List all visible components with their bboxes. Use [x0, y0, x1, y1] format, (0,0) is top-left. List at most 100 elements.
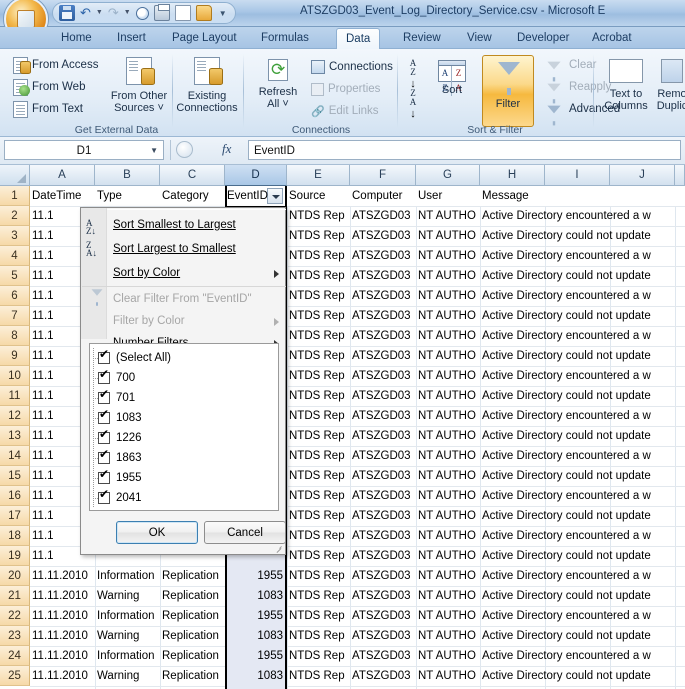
column-header-f[interactable]: F [350, 165, 416, 186]
cell-D21[interactable]: 1083 [225, 586, 287, 606]
connections-button[interactable]: Connections [308, 57, 396, 77]
cell-F11[interactable]: ATSZGD03 [350, 386, 416, 406]
cell-B24[interactable]: Information [95, 646, 160, 666]
cell-F6[interactable]: ATSZGD03 [350, 286, 416, 306]
cell-F25[interactable]: ATSZGD03 [350, 666, 416, 686]
tab-view[interactable]: View [458, 28, 501, 49]
tab-page-layout[interactable]: Page Layout [163, 28, 246, 49]
sort-ascending-button[interactable]: A Z↓ [404, 59, 422, 91]
cell-H6[interactable]: Active Directory encountered a w [480, 286, 675, 306]
row-header-24[interactable]: 24 [0, 646, 30, 666]
cell-G11[interactable]: NT AUTHO [416, 386, 480, 406]
formula-input[interactable]: EventID [248, 140, 681, 160]
insert-function-icon[interactable]: fx [222, 141, 231, 157]
from-text-button[interactable]: From Text [10, 99, 86, 119]
cell-C22[interactable]: Replication [160, 606, 225, 626]
row-header-11[interactable]: 11 [0, 386, 30, 406]
row-header-14[interactable]: 14 [0, 446, 30, 466]
cell-F12[interactable]: ATSZGD03 [350, 406, 416, 426]
cell-D25[interactable]: 1083 [225, 666, 287, 686]
cell-B23[interactable]: Warning [95, 626, 160, 646]
cell-F8[interactable]: ATSZGD03 [350, 326, 416, 346]
cell-E7[interactable]: NTDS Rep [287, 306, 350, 326]
cell-G14[interactable]: NT AUTHO [416, 446, 480, 466]
cell-H17[interactable]: Active Directory could not update [480, 506, 675, 526]
column-header-i[interactable]: I [545, 165, 610, 186]
cell-H13[interactable]: Active Directory could not update [480, 426, 675, 446]
cell-H20[interactable]: Active Directory encountered a w [480, 566, 675, 586]
cell-E3[interactable]: NTDS Rep [287, 226, 350, 246]
cell-F14[interactable]: ATSZGD03 [350, 446, 416, 466]
row-header-4[interactable]: 4 [0, 246, 30, 266]
filter-button[interactable]: Filter [482, 55, 534, 127]
menu-sort-by-color[interactable]: Sort by Color [81, 262, 287, 284]
cell-H3[interactable]: Active Directory could not update [480, 226, 675, 246]
cell-G18[interactable]: NT AUTHO [416, 526, 480, 546]
cell-F18[interactable]: ATSZGD03 [350, 526, 416, 546]
cell-F23[interactable]: ATSZGD03 [350, 626, 416, 646]
checkbox-icon[interactable] [98, 488, 110, 504]
tab-developer[interactable]: Developer [508, 28, 578, 49]
cell-E23[interactable]: NTDS Rep [287, 626, 350, 646]
cell-E11[interactable]: NTDS Rep [287, 386, 350, 406]
cell-F17[interactable]: ATSZGD03 [350, 506, 416, 526]
cell-E15[interactable]: NTDS Rep [287, 466, 350, 486]
cell-H5[interactable]: Active Directory could not update [480, 266, 675, 286]
row-header-22[interactable]: 22 [0, 606, 30, 626]
cell-H25[interactable]: Active Directory could not update [480, 666, 675, 686]
cell-E19[interactable]: NTDS Rep [287, 546, 350, 566]
cell-G13[interactable]: NT AUTHO [416, 426, 480, 446]
cell-F5[interactable]: ATSZGD03 [350, 266, 416, 286]
cell-H24[interactable]: Active Directory encountered a w [480, 646, 675, 666]
cell-F24[interactable]: ATSZGD03 [350, 646, 416, 666]
cell-E2[interactable]: NTDS Rep [287, 206, 350, 226]
cell-G10[interactable]: NT AUTHO [416, 366, 480, 386]
row-header-5[interactable]: 5 [0, 266, 30, 286]
cell-E20[interactable]: NTDS Rep [287, 566, 350, 586]
cell-D22[interactable]: 1955 [225, 606, 287, 626]
cell-E22[interactable]: NTDS Rep [287, 606, 350, 626]
cell-I1[interactable] [545, 186, 610, 206]
cell-H23[interactable]: Active Directory could not update [480, 626, 675, 646]
cell-G9[interactable]: NT AUTHO [416, 346, 480, 366]
cell-H15[interactable]: Active Directory could not update [480, 466, 675, 486]
row-header-19[interactable]: 19 [0, 546, 30, 566]
row-header-2[interactable]: 2 [0, 206, 30, 226]
menu-sort-largest-to-smallest[interactable]: Sort Largest to Smallest [81, 238, 287, 260]
redo-dropdown-icon[interactable]: ▼ [124, 5, 131, 21]
print-preview-icon[interactable] [135, 6, 149, 20]
tab-data[interactable]: Data [336, 28, 381, 49]
checkbox-icon[interactable] [98, 368, 110, 384]
cell-C20[interactable]: Replication [160, 566, 225, 586]
cell-F19[interactable]: ATSZGD03 [350, 546, 416, 566]
cell-E8[interactable]: NTDS Rep [287, 326, 350, 346]
cell-E21[interactable]: NTDS Rep [287, 586, 350, 606]
row-header-13[interactable]: 13 [0, 426, 30, 446]
cell-F7[interactable]: ATSZGD03 [350, 306, 416, 326]
column-header-d[interactable]: D [225, 165, 287, 186]
row-header-16[interactable]: 16 [0, 486, 30, 506]
row-header-3[interactable]: 3 [0, 226, 30, 246]
cell-G15[interactable]: NT AUTHO [416, 466, 480, 486]
cell-B20[interactable]: Information [95, 566, 160, 586]
cell-G1[interactable]: User [416, 186, 480, 206]
existing-connections-button[interactable]: Existing Connections [176, 57, 238, 114]
checkbox-icon[interactable] [98, 428, 110, 444]
cell-G21[interactable]: NT AUTHO [416, 586, 480, 606]
row-header-25[interactable]: 25 [0, 666, 30, 686]
cell-E17[interactable]: NTDS Rep [287, 506, 350, 526]
cell-H10[interactable]: Active Directory encountered a w [480, 366, 675, 386]
row-header-17[interactable]: 17 [0, 506, 30, 526]
cell-A25[interactable]: 11.11.2010 [30, 666, 95, 686]
name-box[interactable]: D1 ▼ [4, 140, 164, 160]
sort-button[interactable]: AZZA Sort [430, 57, 474, 96]
cell-H4[interactable]: Active Directory encountered a w [480, 246, 675, 266]
cell-B22[interactable]: Information [95, 606, 160, 626]
cell-B21[interactable]: Warning [95, 586, 160, 606]
column-header-b[interactable]: B [95, 165, 160, 186]
undo-icon[interactable]: ↶ [80, 5, 91, 21]
cell-G2[interactable]: NT AUTHO [416, 206, 480, 226]
cell-E16[interactable]: NTDS Rep [287, 486, 350, 506]
refresh-all-button[interactable]: Refresh All ˅ [250, 59, 306, 110]
cell-G12[interactable]: NT AUTHO [416, 406, 480, 426]
